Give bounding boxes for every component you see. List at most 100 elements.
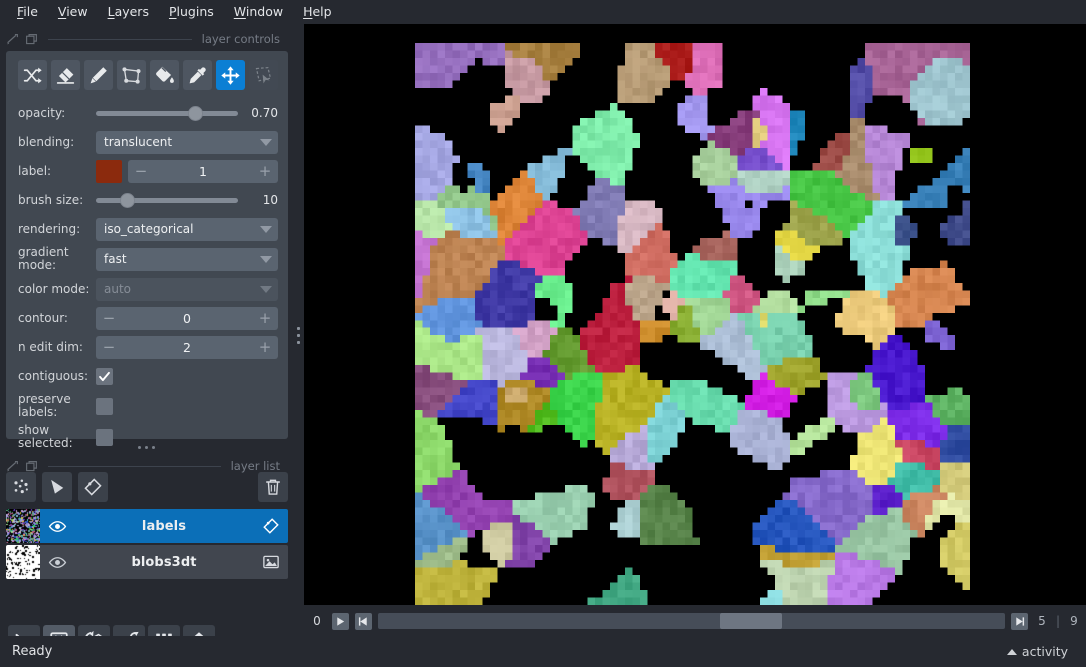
n-edit-dim-row: n edit dim: − 2 + xyxy=(18,335,278,359)
shuffle-colors-tool-button[interactable] xyxy=(18,60,47,90)
layer-row-blobs3dt[interactable]: blobs3dt xyxy=(6,545,288,579)
label-label: label: xyxy=(18,163,52,178)
viewer-canvas[interactable] xyxy=(304,24,1086,605)
pan-zoom-tool-button[interactable] xyxy=(216,60,245,90)
label-spinbox[interactable]: − 1 + xyxy=(128,159,278,183)
rendering-label: rendering: xyxy=(18,221,81,236)
brush-size-slider-groove xyxy=(96,197,238,203)
labels-image-render[interactable] xyxy=(415,43,970,605)
polygon-tool-button[interactable] xyxy=(117,60,146,90)
rendering-combobox[interactable]: iso_categorical xyxy=(96,217,278,241)
blending-combobox[interactable]: translucent xyxy=(96,130,278,154)
float-icon[interactable] xyxy=(6,33,19,46)
n-edit-dim-value: 2 xyxy=(183,339,191,355)
layer-row-labels[interactable]: labels xyxy=(6,509,288,543)
contour-decrement-button[interactable]: − xyxy=(96,310,122,326)
label-decrement-button[interactable]: − xyxy=(128,163,154,179)
label-value: 1 xyxy=(199,163,207,179)
brush-size-slider[interactable] xyxy=(96,191,238,209)
left-dock: layer controls opacity: 0.70 blending: t… xyxy=(0,24,292,667)
rendering-value: iso_categorical xyxy=(104,222,194,236)
panel-resize-grip[interactable] xyxy=(0,440,292,454)
eye-icon xyxy=(48,520,66,532)
blending-row: blending: translucent xyxy=(18,130,278,154)
shapes-icon xyxy=(51,479,64,494)
check-icon xyxy=(99,371,110,381)
delete-layer-button[interactable] xyxy=(258,472,288,502)
n-edit-dim-decrement-button[interactable]: − xyxy=(96,339,122,355)
color-mode-value: auto xyxy=(104,282,132,296)
status-bar: Ready activity xyxy=(0,636,1086,667)
status-message: Ready xyxy=(12,644,53,659)
dims-slider[interactable] xyxy=(378,613,1005,629)
layer-visibility-toggle[interactable] xyxy=(40,553,74,572)
chevron-down-icon xyxy=(260,138,272,146)
chevron-down-icon xyxy=(260,255,272,263)
n-edit-dim-increment-button[interactable]: + xyxy=(252,339,278,355)
labels-tag-icon xyxy=(263,518,279,534)
fill-bucket-icon xyxy=(156,66,174,83)
skip-next-icon xyxy=(1016,616,1025,626)
activity-button[interactable]: activity xyxy=(1001,642,1074,661)
n-edit-dim-spinbox[interactable]: − 2 + xyxy=(96,335,278,359)
gradient-mode-value: fast xyxy=(104,252,127,266)
fill-bucket-tool-button[interactable] xyxy=(150,60,179,90)
label-increment-button[interactable]: + xyxy=(252,163,278,179)
menu-view[interactable]: View xyxy=(49,3,97,22)
layer-list-title: layer list xyxy=(230,459,280,473)
opacity-row: opacity: 0.70 xyxy=(18,101,278,125)
dims-separator: | xyxy=(1055,614,1060,628)
polygon-icon xyxy=(122,66,141,84)
brush-size-slider-handle[interactable] xyxy=(120,192,136,208)
layer-thumbnail xyxy=(6,545,40,579)
menu-plugins[interactable]: Plugins xyxy=(160,3,223,22)
opacity-slider[interactable] xyxy=(96,104,238,122)
color-picker-icon xyxy=(189,66,206,83)
eraser-icon xyxy=(56,67,75,84)
eraser-tool-button[interactable] xyxy=(51,60,80,90)
dims-slider-handle[interactable] xyxy=(719,613,782,629)
preserve-labels-row: preserve labels: xyxy=(18,393,278,419)
opacity-slider-handle[interactable] xyxy=(188,105,204,121)
image-icon xyxy=(263,555,279,569)
gradient-mode-combobox[interactable]: fast xyxy=(96,247,278,271)
undock-icon[interactable] xyxy=(25,460,38,473)
new-points-layer-button[interactable] xyxy=(6,472,36,502)
layer-thumbnail xyxy=(6,509,40,543)
menu-layers[interactable]: Layers xyxy=(99,3,158,22)
dock-splitter-grip[interactable] xyxy=(292,320,304,350)
undock-icon[interactable] xyxy=(25,33,38,46)
preserve-labels-checkbox[interactable] xyxy=(96,397,113,415)
rendering-row: rendering: iso_categorical xyxy=(18,217,278,241)
menu-window[interactable]: Window xyxy=(225,3,292,22)
menu-file[interactable]: File xyxy=(8,3,47,22)
contour-increment-button[interactable]: + xyxy=(252,310,278,326)
color-mode-row: color mode: auto xyxy=(18,277,278,301)
n-edit-dim-label: n edit dim: xyxy=(18,339,83,354)
gradient-mode-label: gradient mode: xyxy=(18,245,69,272)
dims-play-button[interactable] xyxy=(332,612,349,630)
contiguous-checkbox[interactable] xyxy=(96,367,113,385)
dims-last-frame-button[interactable] xyxy=(355,612,372,630)
paint-brush-tool-button[interactable] xyxy=(84,60,113,90)
layer-controls-panel: opacity: 0.70 blending: translucent labe… xyxy=(6,51,288,450)
color-picker-tool-button[interactable] xyxy=(183,60,212,90)
brush-size-row: brush size: 10 xyxy=(18,188,278,212)
skip-previous-icon xyxy=(358,616,367,626)
new-labels-layer-button[interactable] xyxy=(78,472,108,502)
float-icon[interactable] xyxy=(6,460,19,473)
layer-visibility-toggle[interactable] xyxy=(40,517,74,536)
menu-help[interactable]: Help xyxy=(294,3,341,22)
contour-spinbox[interactable]: − 0 + xyxy=(96,306,278,330)
layer-list: labels blobs3dt xyxy=(6,509,288,581)
shuffle-icon xyxy=(23,67,42,83)
color-mode-combobox[interactable]: auto xyxy=(96,277,278,301)
new-shapes-layer-button[interactable] xyxy=(42,472,72,502)
opacity-value: 0.70 xyxy=(251,106,278,120)
label-color-swatch[interactable] xyxy=(96,159,122,183)
dims-next-frame-button[interactable] xyxy=(1010,612,1028,630)
dock-divider xyxy=(48,465,221,467)
transform-tool-button[interactable] xyxy=(249,60,278,90)
label-row: label: − 1 + xyxy=(18,159,278,183)
blending-value: translucent xyxy=(104,135,173,149)
